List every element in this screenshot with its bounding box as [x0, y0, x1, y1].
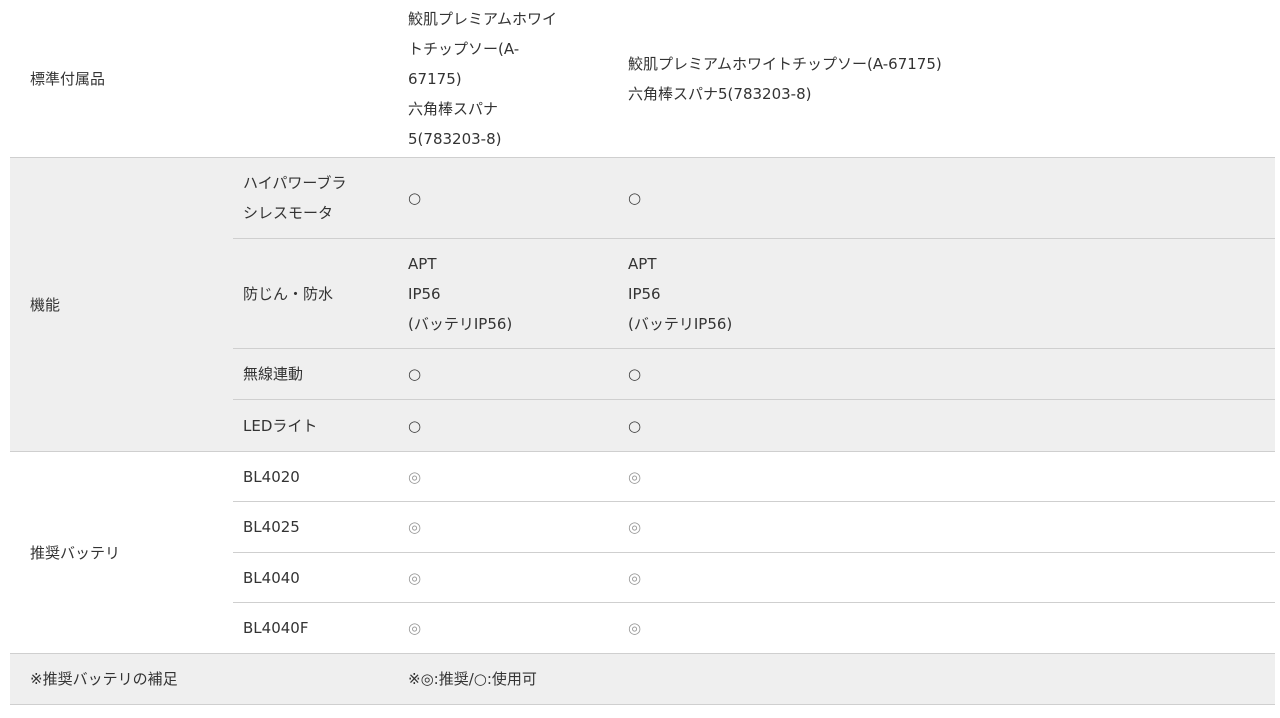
- accessories-value-1-line: 67175): [408, 69, 462, 88]
- battery-value-2: ◎: [608, 602, 1276, 654]
- features-label: 機能: [10, 157, 233, 452]
- feature-value-1: ○: [398, 399, 609, 452]
- accessories-value-1-line: 鮫肌プレミアムホワイ: [408, 9, 557, 28]
- battery-value-2: ◎: [608, 451, 1276, 502]
- battery-note-value: ※◎:推奨/○:使用可: [398, 653, 1276, 705]
- battery-name: BL4025: [233, 501, 399, 553]
- feature-value-2: ○: [608, 157, 1276, 239]
- feature-value-line: (バッテリIP56): [628, 314, 733, 333]
- battery-value-1: ◎: [398, 501, 609, 553]
- feature-value-1: APT IP56 (バッテリIP56): [398, 238, 609, 349]
- accessories-value-2-line: 鮫肌プレミアムホワイトチップソー(A-67175): [628, 54, 942, 73]
- battery-value-2: ◎: [608, 552, 1276, 603]
- accessories-value-1: 鮫肌プレミアムホワイ トチップソー(A- 67175) 六角棒スパナ 5(783…: [398, 0, 609, 158]
- feature-name: ハイパワーブラ シレスモータ: [233, 157, 399, 239]
- accessories-value-1-line: トチップソー(A-: [408, 39, 520, 58]
- accessories-label: 標準付属品: [10, 0, 399, 158]
- battery-note-label: ※推奨バッテリの補足: [10, 653, 399, 705]
- battery-note-row: ※推奨バッテリの補足 ※◎:推奨/○:使用可: [10, 653, 1276, 705]
- accessories-value-2-line: 六角棒スパナ5(783203-8): [628, 84, 812, 103]
- feature-row-motor: 機能 ハイパワーブラ シレスモータ ○ ○: [10, 157, 1276, 452]
- feature-name: LEDライト: [233, 399, 399, 452]
- battery-name: BL4040F: [233, 602, 399, 654]
- accessories-value-1-line: 六角棒スパナ: [408, 99, 499, 118]
- battery-name: BL4020: [233, 451, 399, 502]
- battery-value-1: ◎: [398, 552, 609, 603]
- battery-value-1: ◎: [398, 451, 609, 502]
- feature-name: 防じん・防水: [233, 238, 399, 349]
- feature-value-line: APT: [628, 254, 657, 273]
- feature-value-line: IP56: [408, 284, 441, 303]
- feature-value-1: ○: [398, 348, 609, 400]
- battery-value-2: ◎: [608, 501, 1276, 553]
- feature-value-line: (バッテリIP56): [408, 314, 513, 333]
- feature-value-line: APT: [408, 254, 437, 273]
- battery-row: 推奨バッテリ BL4020 ◎ ◎: [10, 451, 1276, 654]
- accessories-value-2: 鮫肌プレミアムホワイトチップソー(A-67175) 六角棒スパナ5(783203…: [608, 0, 1276, 158]
- feature-value-1: ○: [398, 157, 609, 239]
- feature-name: 無線連動: [233, 348, 399, 400]
- feature-value-line: IP56: [628, 284, 661, 303]
- feature-value-2: APT IP56 (バッテリIP56): [608, 238, 1276, 349]
- accessories-row: 標準付属品 鮫肌プレミアムホワイ トチップソー(A- 67175) 六角棒スパナ…: [10, 0, 1276, 158]
- feature-name-line: ハイパワーブラ: [243, 174, 347, 192]
- feature-value-2: ○: [608, 399, 1276, 452]
- battery-value-1: ◎: [398, 602, 609, 654]
- feature-name-line: シレスモータ: [243, 204, 334, 222]
- accessories-value-1-line: 5(783203-8): [408, 129, 502, 148]
- feature-value-2: ○: [608, 348, 1276, 400]
- spec-table: 標準付属品 鮫肌プレミアムホワイ トチップソー(A- 67175) 六角棒スパナ…: [10, 0, 1276, 705]
- battery-label: 推奨バッテリ: [10, 451, 233, 654]
- battery-name: BL4040: [233, 552, 399, 603]
